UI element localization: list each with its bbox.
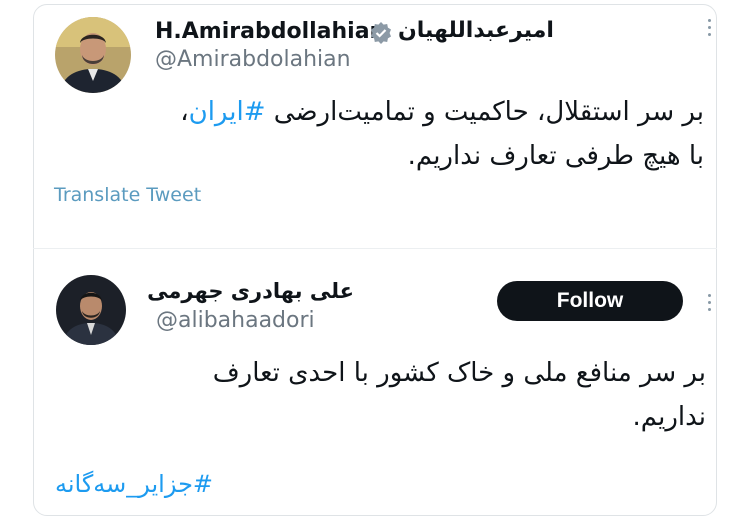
author-name-persian-2[interactable]: علی بهادری جهرمی (147, 279, 354, 303)
avatar-alibahaadori[interactable] (56, 275, 126, 345)
more-options-icon[interactable] (708, 19, 712, 40)
tweet-text-line-1: بر سر استقلال، حاکمیت و تمامیت‌ارضی #ایر… (54, 90, 704, 134)
more-options-icon-2[interactable] (708, 294, 712, 315)
author-name-persian[interactable]: امیرعبداللهیان (398, 18, 554, 43)
tweet-text-line-2: با هیچ طرفی تعارف نداریم. (407, 141, 704, 171)
tweet-text-part: بر سر استقلال، حاکمیت و تمامیت‌ارضی (265, 97, 704, 127)
translate-tweet-link[interactable]: Translate Tweet (54, 184, 201, 206)
avatar-amirabdollahian[interactable] (55, 17, 131, 93)
tweet-text-part: ، (180, 97, 189, 127)
divider (33, 248, 717, 249)
author-name-latin[interactable]: H.Amirabdollahian (155, 19, 385, 44)
tweet-text: بر سر استقلال، حاکمیت و تمامیت‌ارضی #ایر… (54, 90, 704, 178)
follow-button[interactable]: Follow (497, 281, 683, 321)
author-handle[interactable]: @Amirabdolahian (155, 47, 351, 72)
author-handle-2[interactable]: @alibahaadori (156, 308, 315, 333)
verified-badge-icon (369, 21, 393, 49)
hashtag-iran[interactable]: #ایران (189, 97, 266, 127)
tweet-thread-card: H.Amirabdollahian امیرعبداللهیان @Amirab… (33, 4, 717, 516)
tweet-text-line-1: بر سر منافع ملی و خاک کشور با احدی تعارف (212, 358, 706, 388)
tweet-text-line-2: نداریم. (632, 402, 706, 432)
tweet-text-2: بر سر منافع ملی و خاک کشور با احدی تعارف… (54, 351, 706, 439)
hashtag-three-islands[interactable]: #جزایر_سه‌گانه (55, 470, 213, 498)
